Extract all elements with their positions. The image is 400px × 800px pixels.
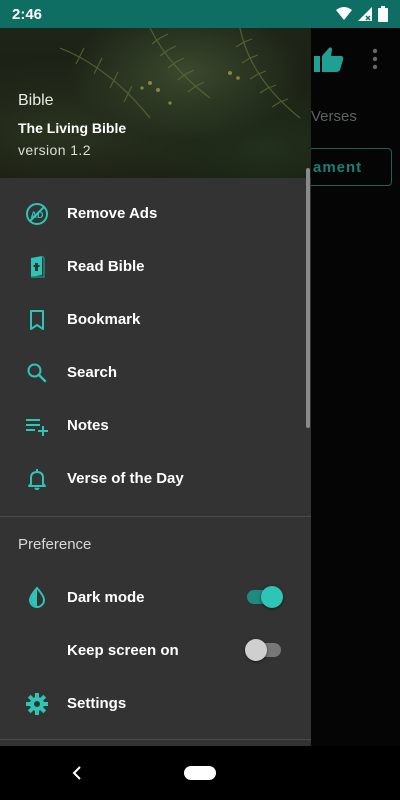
bible-book-icon bbox=[25, 254, 49, 279]
battery-icon bbox=[378, 6, 388, 22]
preference-section-title: Preference bbox=[18, 536, 92, 553]
menu-label-notes: Notes bbox=[67, 417, 109, 434]
app-version: version 1.2 bbox=[18, 142, 91, 158]
remove-ads-icon: AD bbox=[25, 202, 49, 226]
menu-item-remove-ads[interactable]: AD Remove Ads bbox=[0, 187, 311, 240]
app-name: Bible bbox=[18, 92, 54, 109]
drawer-scrollbar[interactable] bbox=[306, 168, 310, 428]
notes-icon bbox=[25, 414, 49, 438]
menu-label-settings: Settings bbox=[67, 695, 127, 712]
menu-label-dark-mode: Dark mode bbox=[67, 589, 145, 606]
menu-label-bookmark: Bookmark bbox=[67, 311, 141, 328]
menu-item-search[interactable]: Search bbox=[0, 346, 311, 399]
menu-label-read-bible: Read Bible bbox=[67, 258, 145, 275]
menu-label-keep-screen-on: Keep screen on bbox=[67, 642, 179, 659]
bell-icon bbox=[25, 467, 49, 491]
system-navigation-bar bbox=[0, 746, 400, 800]
bg-testament-button[interactable]: ament bbox=[306, 148, 392, 186]
menu-label-search: Search bbox=[67, 364, 118, 381]
menu-item-read-bible[interactable]: Read Bible bbox=[0, 240, 311, 293]
signal-icon bbox=[358, 7, 372, 21]
menu-label-verse-of-the-day: Verse of the Day bbox=[67, 470, 184, 487]
bookmark-icon bbox=[25, 308, 49, 332]
drawer-header-text: Bible The Living Bible version 1.2 bbox=[18, 92, 126, 158]
empty-icon-slot bbox=[25, 639, 49, 663]
navigation-drawer: Bible The Living Bible version 1.2 AD Re… bbox=[0, 28, 311, 746]
settings-gear-icon bbox=[25, 692, 49, 716]
bg-verses-label: Verses bbox=[311, 108, 357, 125]
menu-item-dark-mode[interactable]: Dark mode bbox=[0, 571, 311, 624]
menu-item-verse-of-the-day[interactable]: Verse of the Day bbox=[0, 452, 311, 505]
drawer-divider-bottom bbox=[0, 739, 311, 740]
drawer-divider bbox=[0, 516, 311, 517]
thumbs-up-icon[interactable] bbox=[314, 46, 344, 72]
back-chevron-icon[interactable] bbox=[70, 762, 84, 784]
bible-title: The Living Bible bbox=[18, 120, 127, 136]
status-time: 2:46 bbox=[12, 5, 43, 23]
toggle-thumb bbox=[261, 586, 283, 608]
menu-item-notes[interactable]: Notes bbox=[0, 399, 311, 452]
dark-mode-icon bbox=[25, 585, 49, 610]
wifi-icon bbox=[336, 7, 352, 20]
keep-screen-on-toggle[interactable] bbox=[245, 638, 283, 662]
toggle-thumb bbox=[245, 639, 267, 661]
home-pill-button[interactable] bbox=[184, 766, 216, 780]
drawer-header: Bible The Living Bible version 1.2 bbox=[0, 28, 311, 178]
menu-label-remove-ads: Remove Ads bbox=[67, 205, 158, 222]
menu-item-keep-screen-on[interactable]: Keep screen on bbox=[0, 624, 311, 677]
menu-item-settings[interactable]: Settings bbox=[0, 677, 311, 730]
search-icon bbox=[25, 361, 49, 385]
dark-mode-toggle[interactable] bbox=[247, 585, 283, 609]
more-vert-icon[interactable] bbox=[370, 48, 380, 70]
status-icons bbox=[336, 6, 388, 22]
status-bar: 2:46 bbox=[0, 0, 400, 28]
menu-item-bookmark[interactable]: Bookmark bbox=[0, 293, 311, 346]
